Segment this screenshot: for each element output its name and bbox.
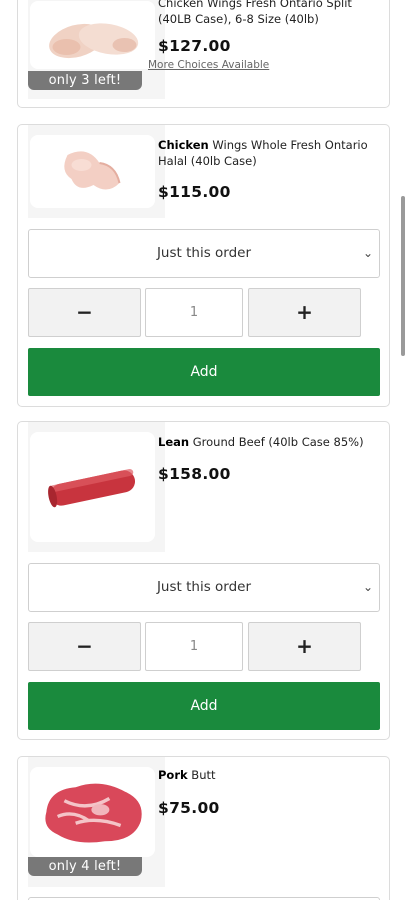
- product-title[interactable]: Chicken Wings Whole Fresh Ontario Halal …: [158, 137, 383, 169]
- increase-quantity-button[interactable]: +: [248, 622, 361, 671]
- pork-butt-icon: [30, 767, 155, 857]
- product-image-box[interactable]: only 4 left!: [28, 757, 165, 887]
- quantity-input[interactable]: 1: [145, 622, 243, 671]
- product-title[interactable]: Chicken Wings Fresh Ontario Split (40LB …: [158, 0, 383, 27]
- stock-badge: only 3 left!: [28, 71, 142, 90]
- product-card: Lean Ground Beef (40lb Case 85%) $158.00…: [17, 421, 390, 740]
- product-card: only 3 left! Chicken Wings Fresh Ontario…: [17, 0, 390, 108]
- add-to-cart-button[interactable]: Add: [28, 348, 380, 396]
- quantity-input[interactable]: 1: [145, 288, 243, 337]
- page-scrollbar[interactable]: [401, 196, 405, 356]
- product-price: $75.00: [158, 799, 220, 817]
- product-price: $158.00: [158, 465, 231, 483]
- order-frequency-select[interactable]: Just this order ⌄: [28, 229, 380, 278]
- product-image-box[interactable]: only 3 left!: [28, 0, 165, 99]
- ground-beef-roll-icon: [30, 432, 155, 542]
- add-to-cart-button[interactable]: Add: [28, 682, 380, 730]
- product-card: Chicken Wings Whole Fresh Ontario Halal …: [17, 124, 390, 407]
- product-title[interactable]: Pork Butt: [158, 767, 383, 783]
- increase-quantity-button[interactable]: +: [248, 288, 361, 337]
- decrease-quantity-button[interactable]: −: [28, 288, 141, 337]
- product-price: $127.00: [158, 37, 231, 55]
- chicken-wing-icon: [30, 135, 155, 208]
- chevron-down-icon: ⌄: [362, 246, 373, 260]
- order-frequency-select[interactable]: Just this order ⌄: [28, 563, 380, 612]
- product-title[interactable]: Lean Ground Beef (40lb Case 85%): [158, 434, 383, 450]
- decrease-quantity-button[interactable]: −: [28, 622, 141, 671]
- product-image-box[interactable]: [28, 422, 165, 552]
- product-price: $115.00: [158, 183, 231, 201]
- chicken-wings-icon: [30, 1, 155, 69]
- product-card: only 4 left! Pork Butt $75.00: [17, 756, 390, 900]
- stock-badge: only 4 left!: [28, 857, 142, 876]
- chevron-down-icon: ⌄: [362, 580, 373, 594]
- more-choices-link[interactable]: More Choices Available: [148, 59, 269, 71]
- product-image-box[interactable]: [28, 125, 165, 218]
